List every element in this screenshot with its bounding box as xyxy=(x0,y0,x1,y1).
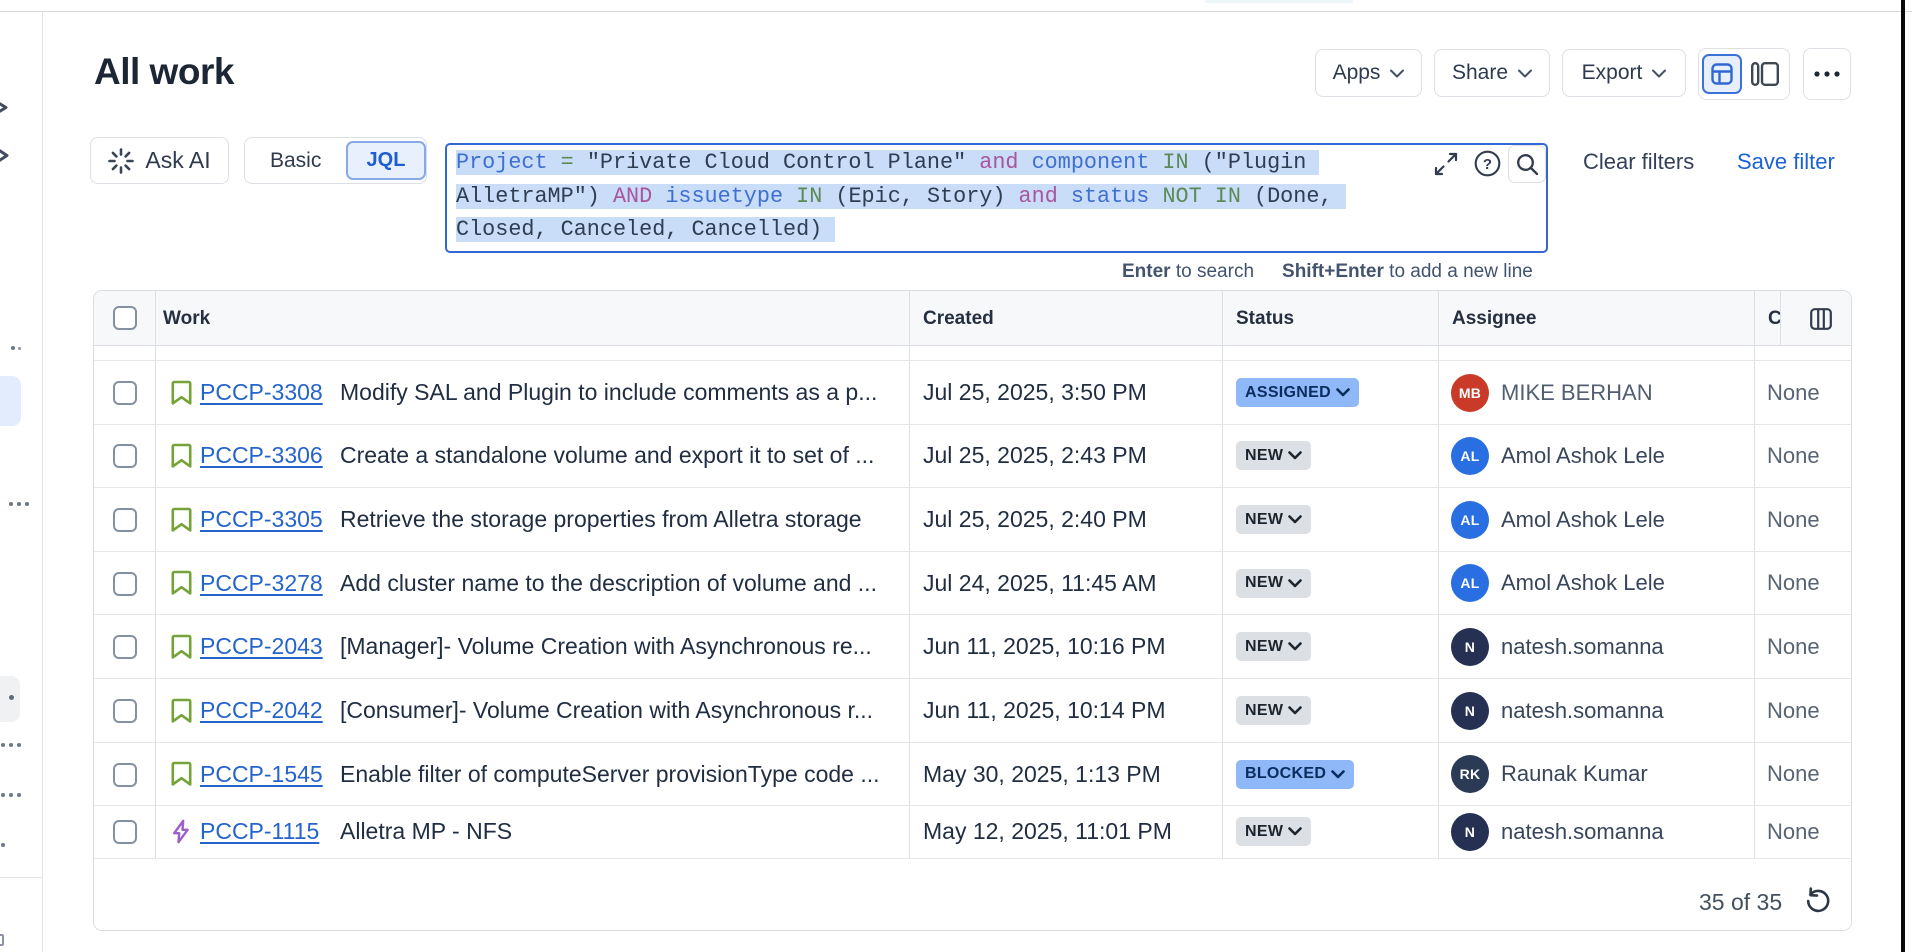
svg-text:?: ? xyxy=(1483,156,1492,173)
